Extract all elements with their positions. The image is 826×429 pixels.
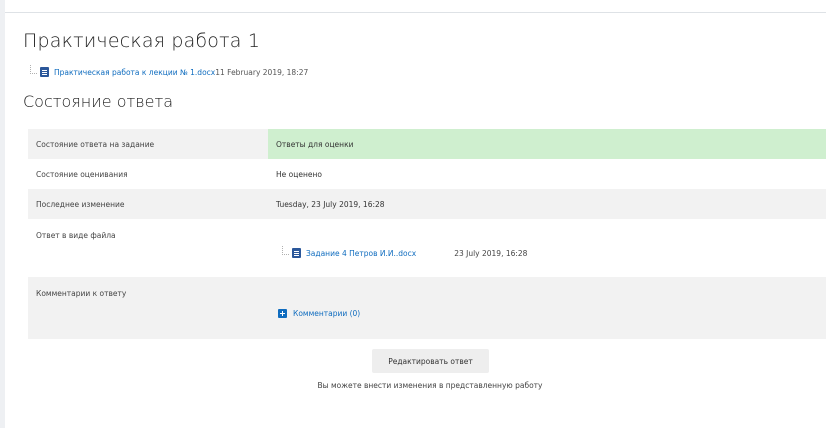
word-doc-icon	[40, 67, 49, 77]
edit-submission-button[interactable]: Редактировать ответ	[372, 349, 489, 373]
intro-attachment-link[interactable]: Практическая работа к лекции № 1.docx	[54, 68, 215, 77]
file-submission-cell: Задание 4 Петров И.И..docx 23 July 2019,…	[268, 219, 826, 277]
table-row: Комментарии к ответу Комментарии (0)	[28, 277, 826, 339]
submitted-file-date: 23 July 2019, 16:28	[454, 248, 528, 258]
intro-attachment: Практическая работа к лекции № 1.docx 11…	[30, 64, 309, 77]
table-row: Состояние ответа на задание Ответы для о…	[28, 129, 826, 159]
tree-connector	[30, 64, 37, 74]
intro-attachment-date: 11 February 2019, 18:27	[215, 67, 309, 77]
row-label: Комментарии к ответу	[28, 277, 268, 339]
page-title: Практическая работа 1	[23, 30, 261, 52]
edit-helper-text: Вы можете внести изменения в представлен…	[317, 381, 543, 390]
comments-link[interactable]: Комментарии (0)	[293, 309, 360, 318]
row-label: Ответ в виде файла	[28, 219, 268, 277]
submitted-file-link[interactable]: Задание 4 Петров И.И..docx	[306, 249, 416, 258]
word-doc-icon	[292, 248, 301, 258]
plus-square-icon[interactable]	[278, 308, 287, 318]
last-modified-value: Tuesday, 23 July 2019, 16:28	[268, 189, 826, 219]
submission-status-value: Ответы для оценки	[268, 129, 826, 159]
table-row: Состояние оценивания Не оценено	[28, 159, 826, 189]
comments-cell: Комментарии (0)	[268, 277, 826, 339]
table-row: Последнее изменение Tuesday, 23 July 201…	[28, 189, 826, 219]
row-label: Последнее изменение	[28, 189, 268, 219]
submission-status-heading: Состояние ответа	[23, 92, 174, 111]
submission-status-table: Состояние ответа на задание Ответы для о…	[28, 129, 826, 339]
row-label: Состояние оценивания	[28, 159, 268, 189]
tree-connector	[282, 245, 289, 255]
table-row: Ответ в виде файла Задание 4 Петров И.И.…	[28, 219, 826, 277]
grading-status-value: Не оценено	[268, 159, 826, 189]
row-label: Состояние ответа на задание	[28, 129, 268, 159]
